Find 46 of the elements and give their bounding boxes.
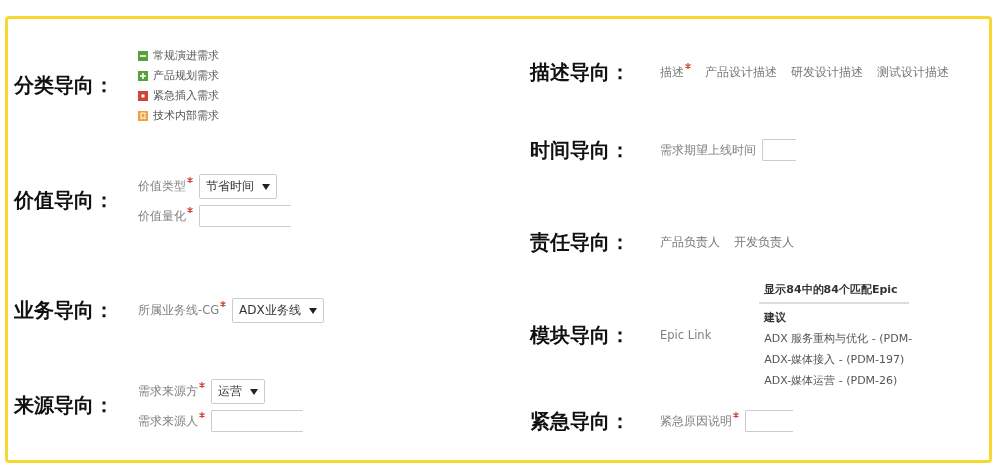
field-label: 产品设计描述 [705, 65, 777, 80]
dot-icon [138, 90, 148, 101]
field-label: 价值量化 [138, 208, 186, 224]
section-heading: 分类导向： [14, 72, 115, 99]
field-label: 需求来源人 [138, 413, 198, 429]
input-field[interactable] [745, 410, 793, 432]
group-heading: 建议 [762, 309, 788, 326]
caret-icon [262, 183, 270, 190]
input-field[interactable] [762, 139, 796, 161]
category-label: 常规演进需求 [153, 48, 219, 63]
category-label: 产品规划需求 [153, 68, 219, 83]
section-heading: 描述导向： [530, 59, 631, 86]
field-label: Epic Link [660, 328, 712, 342]
match-summary: 显示84中的84个匹配Epic [759, 279, 910, 304]
input-field[interactable] [199, 205, 291, 227]
caret-icon [250, 388, 258, 395]
field-label: 研发设计描述 [791, 65, 863, 80]
field-label: 开发负责人 [734, 235, 794, 250]
field-label: 需求期望上线时间 [660, 142, 756, 158]
select-field[interactable]: 节省时间 [199, 174, 277, 199]
section-heading: 紧急导向： [530, 407, 631, 435]
section-heading: 模块导向： [530, 321, 631, 349]
section-heading: 来源导向： [14, 392, 115, 419]
bookmark-icon [138, 110, 148, 121]
field-label: 测试设计描述 [877, 65, 949, 80]
category-label: 技术内部需求 [153, 108, 219, 123]
field-label: 需求来源方 [138, 384, 198, 399]
suggestion-item[interactable]: ADX-媒体接入 - (PDM-197) [759, 348, 910, 370]
field-label: 描述 [660, 65, 684, 80]
category-label: 紧急插入需求 [153, 88, 219, 103]
suggestion-item[interactable]: ADX 服务重构与优化 - (PDM- [759, 327, 910, 349]
caret-icon [308, 307, 317, 314]
input-field[interactable] [211, 410, 303, 432]
section-heading: 价值导向： [14, 187, 115, 214]
field-label: 紧急原因说明 [660, 413, 732, 429]
select-field[interactable]: ADX业务线 [232, 298, 324, 323]
section-heading: 责任导向： [530, 229, 631, 256]
minus-icon [138, 50, 148, 61]
suggestion-item[interactable]: ADX-媒体运营 - (PDM-26) [759, 369, 910, 391]
field-label: 价值类型 [138, 179, 186, 194]
plus-icon [138, 70, 148, 81]
section-heading: 时间导向： [530, 136, 631, 164]
field-label: 所属业务线-CG [138, 303, 220, 318]
section-heading: 业务导向： [14, 297, 115, 324]
field-label: 产品负责人 [660, 235, 720, 250]
select-field[interactable]: 运营 [211, 379, 265, 404]
